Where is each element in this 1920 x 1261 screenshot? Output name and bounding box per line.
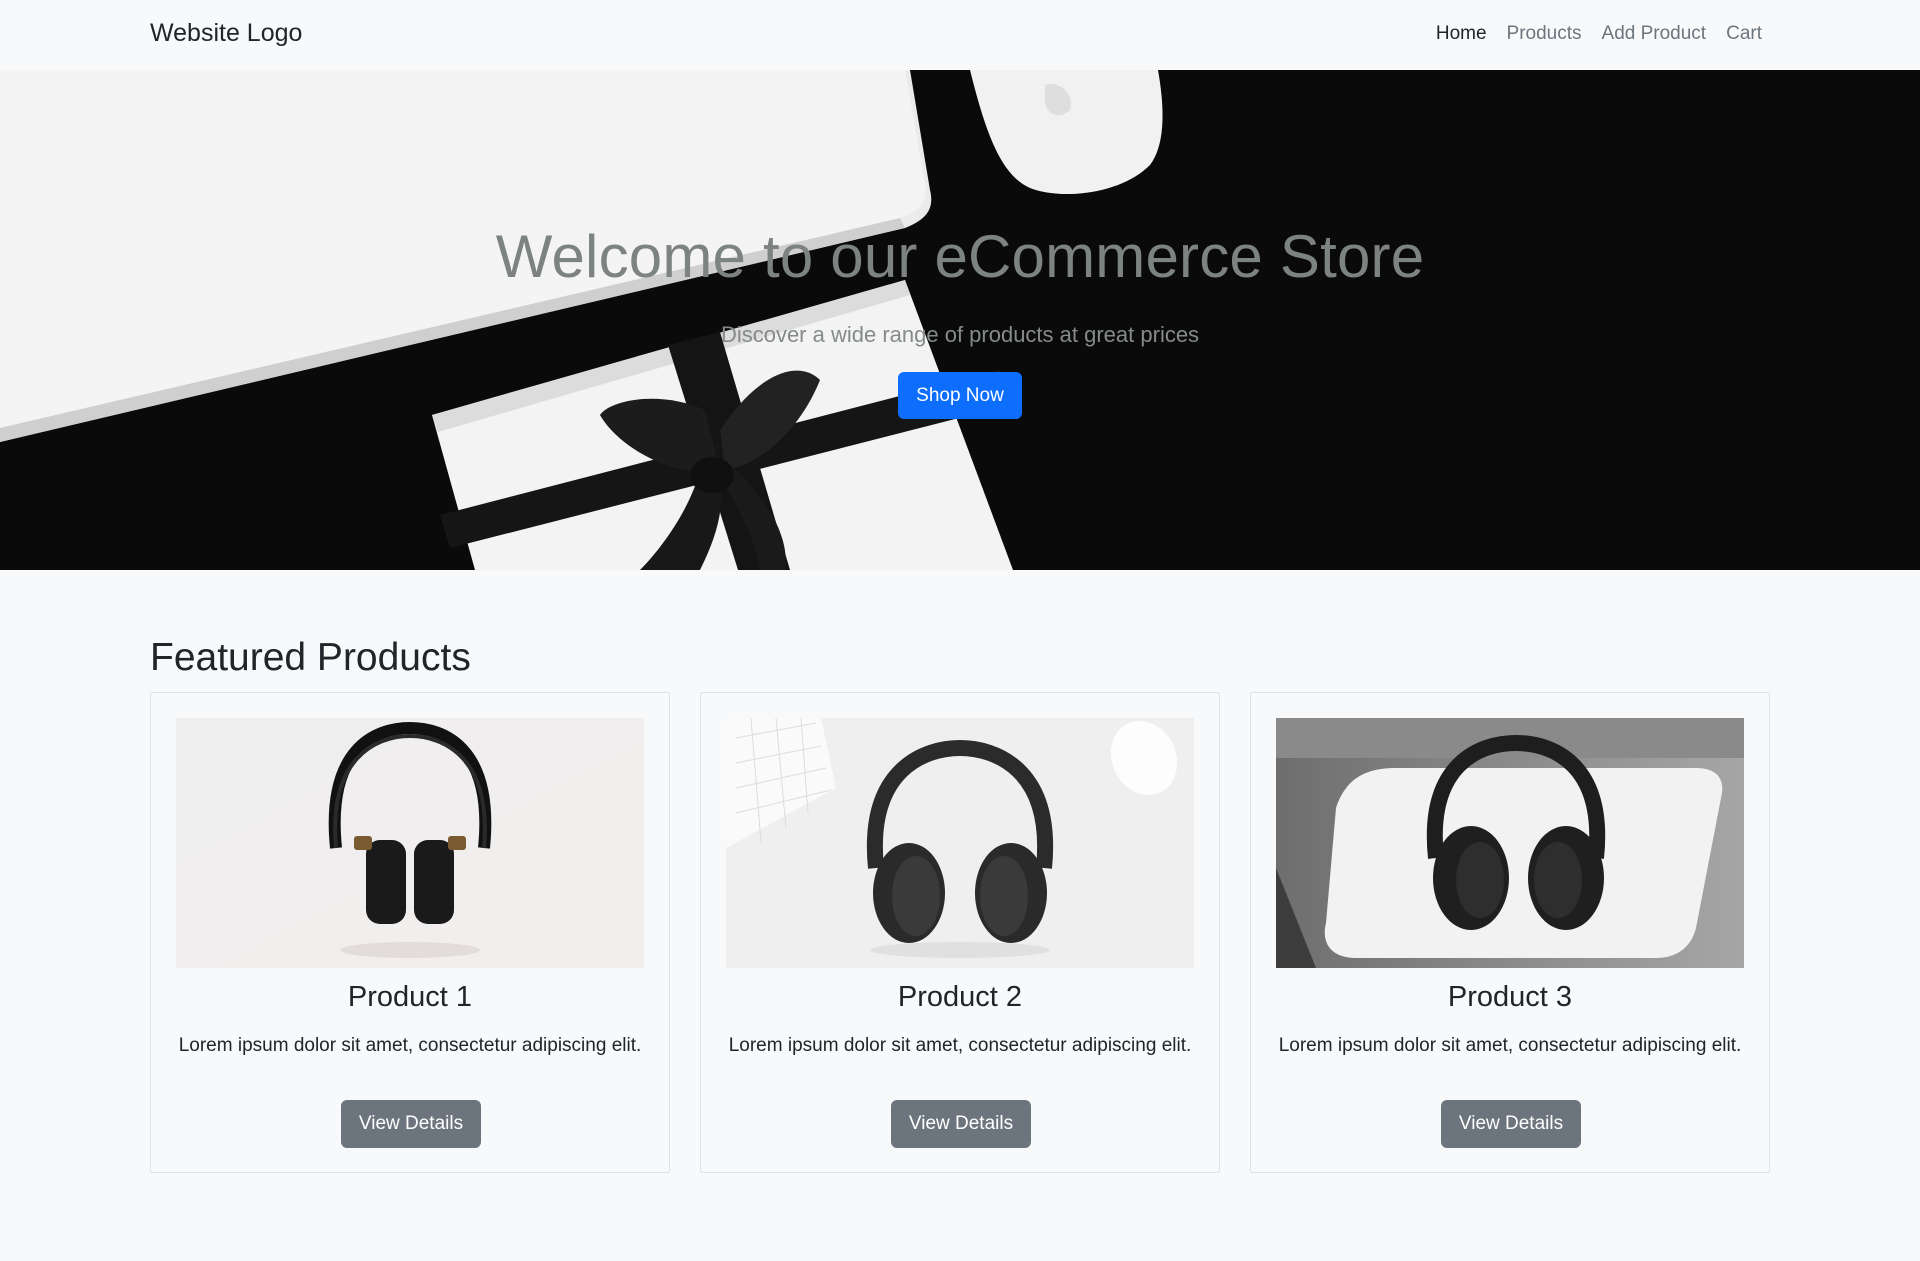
- product-card: Product 3 Lorem ipsum dolor sit amet, co…: [1250, 692, 1770, 1173]
- headphones-icon: [726, 718, 1194, 968]
- product-description: Lorem ipsum dolor sit amet, consectetur …: [728, 1035, 1192, 1056]
- product-image: [726, 718, 1194, 968]
- hero-content: Welcome to our eCommerce Store Discover …: [0, 70, 1920, 570]
- headphones-icon: [176, 718, 644, 968]
- hero-title: Welcome to our eCommerce Store: [495, 223, 1425, 290]
- product-name: Product 2: [897, 981, 1023, 1013]
- product-card: Product 2 Lorem ipsum dolor sit amet, co…: [700, 692, 1220, 1173]
- nav-link-products[interactable]: Products: [1507, 23, 1582, 44]
- product-image: [1276, 718, 1744, 968]
- product-description: Lorem ipsum dolor sit amet, consectetur …: [1278, 1035, 1742, 1056]
- view-details-button[interactable]: View Details: [341, 1100, 481, 1148]
- headphones-icon: [1276, 718, 1744, 968]
- product-name: Product 1: [347, 981, 473, 1013]
- nav-links: Home Products Add Product Cart: [1436, 23, 1762, 45]
- featured-products-title: Featured Products: [150, 636, 471, 679]
- shop-now-button[interactable]: Shop Now: [898, 372, 1022, 419]
- product-image: [176, 718, 644, 968]
- product-name: Product 3: [1447, 981, 1573, 1013]
- product-card: Product 1 Lorem ipsum dolor sit amet, co…: [150, 692, 670, 1173]
- product-description: Lorem ipsum dolor sit amet, consectetur …: [178, 1035, 642, 1056]
- hero-banner: Welcome to our eCommerce Store Discover …: [0, 70, 1920, 570]
- nav-link-cart[interactable]: Cart: [1726, 23, 1762, 44]
- navbar: Website Logo Home Products Add Product C…: [0, 0, 1920, 70]
- view-details-button[interactable]: View Details: [1441, 1100, 1581, 1148]
- view-details-button[interactable]: View Details: [891, 1100, 1031, 1148]
- brand-logo-link[interactable]: Website Logo: [150, 19, 302, 48]
- nav-link-add-product[interactable]: Add Product: [1602, 23, 1707, 44]
- product-card-list: Product 1 Lorem ipsum dolor sit amet, co…: [150, 692, 1771, 1173]
- hero-subtitle: Discover a wide range of products at gre…: [720, 322, 1200, 347]
- nav-link-home[interactable]: Home: [1436, 23, 1487, 44]
